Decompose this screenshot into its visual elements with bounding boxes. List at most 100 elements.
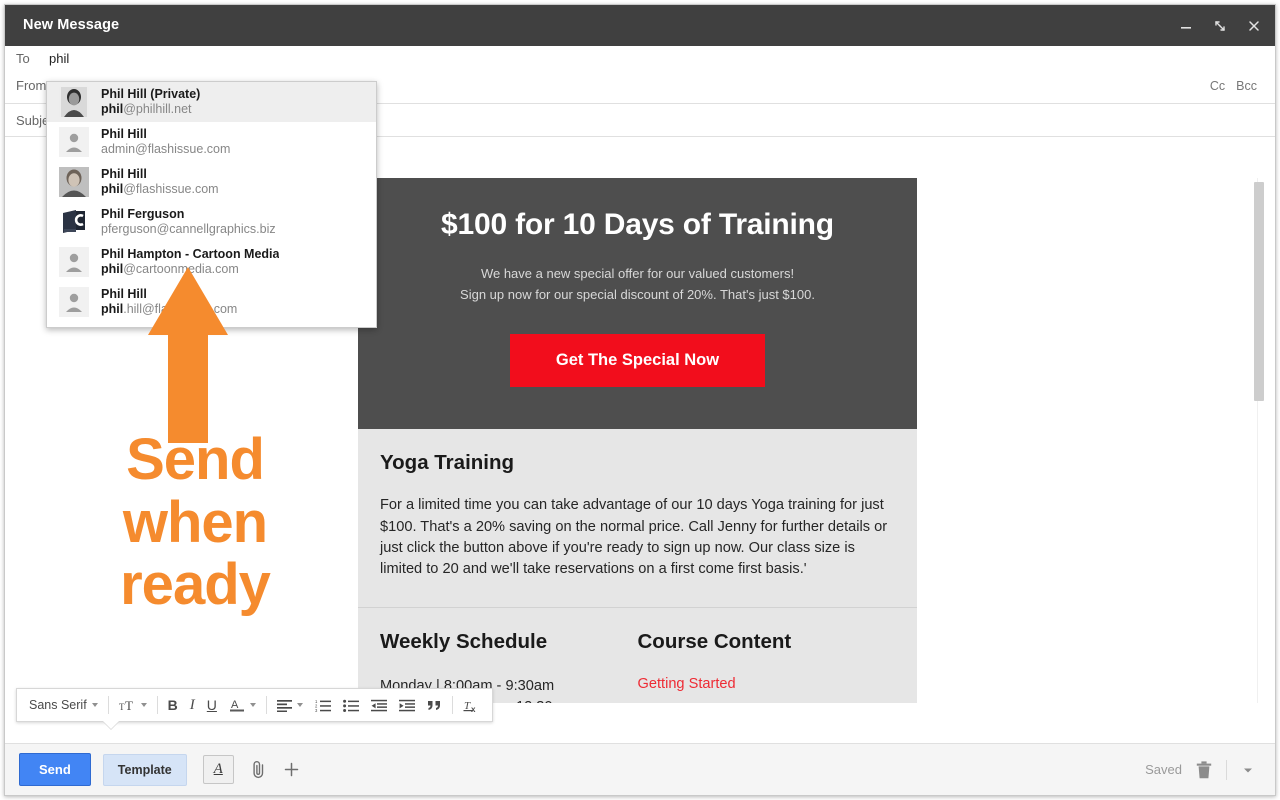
course-link[interactable]: Getting Started	[638, 676, 896, 692]
restore-down-button[interactable]	[1211, 17, 1229, 35]
cta-button[interactable]: Get The Special Now	[509, 334, 766, 388]
avatar	[59, 127, 89, 157]
chevron-down-icon	[1244, 768, 1252, 772]
schedule-heading: Weekly Schedule	[380, 629, 548, 653]
formatting-toolbar[interactable]: Sans Serif T T B I U A 1 2 3 T x	[16, 688, 493, 722]
to-input[interactable]: phil	[49, 51, 69, 66]
toolbar-divider	[156, 696, 158, 714]
from-label: From	[16, 78, 47, 93]
autocomplete-text: Phil Hampton - Cartoon Media phil@cartoo…	[101, 247, 279, 277]
chevron-down-icon	[249, 703, 256, 707]
remove-formatting-icon: T x	[463, 700, 476, 713]
close-button[interactable]	[1245, 17, 1263, 35]
contact-email-rest: @flashissue.com	[123, 182, 219, 196]
remove-formatting-button[interactable]: T x	[457, 692, 486, 718]
section-body: For a limited time you can take advantag…	[380, 497, 888, 578]
italic-button[interactable]: I	[184, 692, 201, 718]
minimize-button[interactable]	[1177, 17, 1195, 35]
contact-email-match: phil	[101, 262, 124, 276]
more-options-button[interactable]	[1241, 763, 1255, 777]
autocomplete-text: Phil Hill phil.hill@flashissue.com	[101, 287, 237, 317]
svg-text:T: T	[125, 698, 133, 713]
contact-email: phil@cartoonmedia.com	[101, 262, 279, 277]
compose-window-root: New Message To phil From Cc Bcc Subject …	[0, 0, 1280, 800]
contact-name: Phil Hill	[101, 167, 147, 182]
font-family-select[interactable]: Sans Serif	[23, 692, 104, 718]
contact-email-match: phil	[101, 182, 124, 196]
bcc-button[interactable]: Bcc	[1236, 79, 1257, 93]
font-size-button[interactable]: T T	[113, 692, 153, 718]
to-field-row[interactable]: To phil	[5, 46, 1275, 71]
blockquote-button[interactable]	[421, 692, 448, 718]
formatting-options-button[interactable]: A	[202, 755, 234, 784]
action-bar-right: Saved	[1145, 759, 1261, 780]
compose-action-bar: Send Template A Saved	[5, 743, 1275, 795]
autocomplete-item[interactable]: Phil Hampton - Cartoon Media phil@cartoo…	[47, 242, 376, 282]
autocomplete-item[interactable]: Phil Hill admin@flashissue.com	[47, 122, 376, 162]
contact-email-match: phil	[101, 302, 124, 316]
email-template: $100 for 10 Days of Training We have a n…	[358, 178, 917, 703]
template-hero: $100 for 10 Days of Training We have a n…	[358, 178, 917, 430]
template-section-yoga: Yoga Training For a limited time you can…	[358, 429, 917, 608]
template-button[interactable]: Template	[102, 753, 187, 786]
contact-email: phil.hill@flashissue.com	[101, 302, 237, 317]
align-left-icon	[276, 699, 292, 712]
bulleted-list-button[interactable]	[337, 692, 365, 718]
numbered-list-button[interactable]: 123	[309, 692, 337, 718]
autocomplete-item[interactable]: Phil Hill phil@flashissue.com	[47, 162, 376, 202]
indent-button[interactable]	[393, 692, 421, 718]
contact-email: pferguson@cannellgraphics.biz	[101, 222, 276, 237]
window-title: New Message	[23, 17, 120, 33]
recipient-autocomplete-dropdown[interactable]: Phil Hill (Private) phil@philhill.net Ph…	[46, 81, 377, 328]
autocomplete-item[interactable]: Phil Hill (Private) phil@philhill.net	[47, 82, 376, 122]
text-color-button[interactable]: A	[223, 692, 262, 718]
bold-button[interactable]: B	[162, 692, 184, 718]
align-button[interactable]	[271, 692, 309, 718]
contact-email-match: phil	[101, 102, 124, 116]
cc-bcc-group: Cc Bcc	[1210, 79, 1257, 93]
underline-button[interactable]: U	[201, 692, 223, 718]
window-titlebar: New Message	[5, 5, 1275, 46]
outdent-icon	[370, 699, 387, 711]
contact-email-rest: admin@flashissue.com	[101, 142, 231, 156]
avatar	[59, 87, 89, 117]
trash-icon	[1196, 760, 1212, 778]
body-scrollbar-track[interactable]	[1254, 178, 1270, 703]
contact-email-rest: @philhill.net	[123, 102, 192, 116]
autocomplete-item[interactable]: Phil Hill phil.hill@flashissue.com	[47, 282, 376, 322]
discard-draft-button[interactable]	[1196, 760, 1212, 779]
insert-more-button[interactable]	[283, 761, 300, 778]
contact-name: Phil Hampton - Cartoon Media	[101, 247, 280, 262]
autocomplete-item[interactable]: Phil Ferguson pferguson@cannellgraphics.…	[47, 202, 376, 242]
chevron-down-icon	[140, 703, 147, 707]
compose-window: New Message To phil From Cc Bcc Subject …	[4, 4, 1276, 796]
contact-email-rest: .hill@flashissue.com	[123, 302, 238, 316]
svg-text:A: A	[231, 699, 239, 711]
plus-icon	[284, 762, 298, 777]
contact-email-rest: @cartoonmedia.com	[123, 262, 239, 276]
contact-name: Phil Hill	[101, 287, 147, 302]
autocomplete-text: Phil Hill (Private) phil@philhill.net	[101, 87, 200, 117]
hero-headline: $100 for 10 Days of Training	[441, 208, 834, 241]
numbered-list-icon: 123	[315, 699, 331, 712]
course-heading: Course Content	[637, 629, 792, 653]
hero-line-1: We have a new special offer for our valu…	[480, 266, 795, 281]
chevron-down-icon	[91, 703, 98, 707]
contact-email-rest: pferguson@cannellgraphics.biz	[101, 222, 276, 236]
body-scrollbar-thumb[interactable]	[1254, 182, 1264, 401]
autocomplete-text: Phil Hill admin@flashissue.com	[101, 127, 230, 157]
autocomplete-text: Phil Hill phil@flashissue.com	[101, 167, 219, 197]
outdent-button[interactable]	[365, 692, 393, 718]
to-label: To	[16, 51, 30, 66]
font-family-label: Sans Serif	[29, 698, 87, 712]
section-heading: Yoga Training	[380, 451, 515, 475]
send-button[interactable]: Send	[19, 753, 91, 786]
action-bar-divider	[1226, 759, 1227, 780]
cc-button[interactable]: Cc	[1210, 79, 1225, 93]
paperclip-icon	[253, 761, 263, 779]
chevron-down-icon	[296, 703, 303, 707]
contact-email: admin@flashissue.com	[101, 142, 230, 157]
attach-file-button[interactable]	[250, 760, 267, 779]
avatar	[59, 207, 89, 237]
course-column: Course Content Getting Started Advanced …	[638, 630, 896, 703]
